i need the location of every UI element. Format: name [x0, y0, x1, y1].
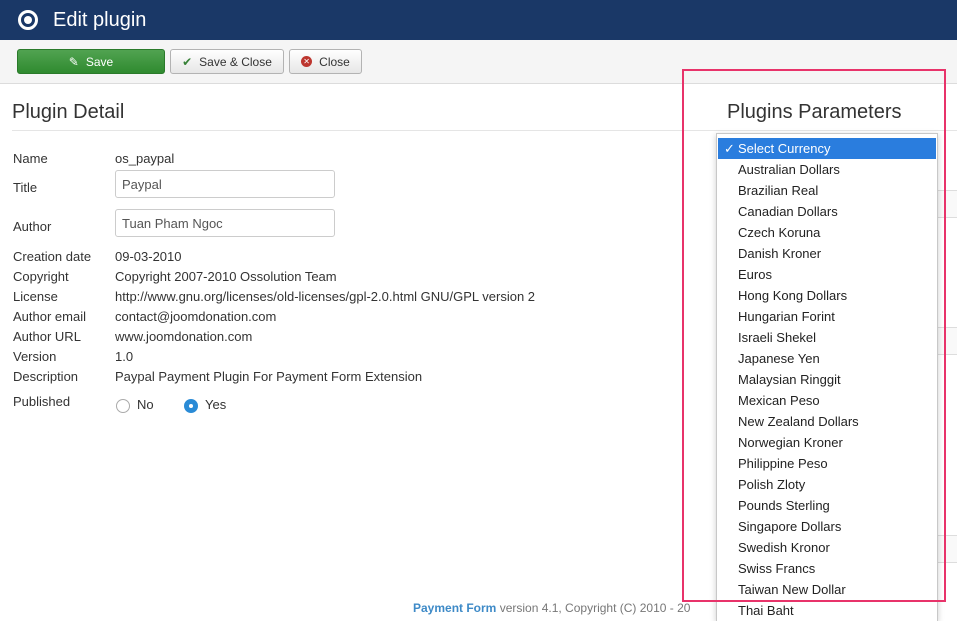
currency-option[interactable]: Taiwan New Dollar [717, 579, 937, 600]
currency-option[interactable]: Hong Kong Dollars [717, 285, 937, 306]
author-label: Author [13, 219, 52, 234]
close-icon: ✕ [301, 56, 313, 67]
divider [12, 130, 957, 131]
description-label: Description [13, 369, 79, 384]
currency-option[interactable]: Australian Dollars [717, 159, 937, 180]
currency-option[interactable]: Danish Kroner [717, 243, 937, 264]
currency-option[interactable]: Norwegian Kroner [717, 432, 937, 453]
joomla-circle-icon [18, 10, 38, 30]
license-label: License [13, 289, 58, 304]
background-field [937, 535, 957, 563]
footer-brand-link[interactable]: Payment Form [413, 601, 496, 615]
footer: Payment Form version 4.1, Copyright (C) … [413, 601, 715, 615]
creation-date-label: Creation date [13, 249, 92, 264]
title-input[interactable] [115, 170, 335, 198]
author-input[interactable] [115, 209, 335, 237]
footer-text: version 4.1, Copyright (C) 2010 - 20 [496, 601, 691, 615]
currency-option[interactable]: New Zealand Dollars [717, 411, 937, 432]
currency-option[interactable]: Israeli Shekel [717, 327, 937, 348]
save-label: Save [85, 54, 114, 69]
currency-option[interactable]: Czech Koruna [717, 222, 937, 243]
currency-option[interactable]: Polish Zloty [717, 474, 937, 495]
background-field [937, 327, 957, 355]
published-yes-label: Yes [205, 397, 227, 412]
published-label: Published [13, 394, 71, 409]
currency-option[interactable]: Japanese Yen [717, 348, 937, 369]
plugin-detail-heading: Plugin Detail [12, 101, 125, 123]
currency-option[interactable]: Hungarian Forint [717, 306, 937, 327]
currency-option[interactable]: Swiss Francs [717, 558, 937, 579]
currency-option[interactable]: Swedish Kronor [717, 537, 937, 558]
currency-dropdown-list[interactable]: ✓ Select Currency Australian Dollars Brazil… [716, 133, 938, 621]
published-no-label: No [137, 397, 154, 412]
currency-option[interactable]: Malaysian Ringgit [717, 369, 937, 390]
background-field [937, 190, 957, 218]
author-email-value: contact@joomdonation.com [115, 309, 277, 324]
save-button[interactable]: ✎ Save [17, 49, 165, 74]
published-yes-radio[interactable] [184, 399, 198, 413]
currency-option[interactable]: ✓ Select Currency [718, 138, 936, 159]
copyright-value: Copyright 2007-2010 Ossolution Team [115, 269, 337, 284]
close-button[interactable]: ✕ Close [289, 49, 362, 74]
license-value: http://www.gnu.org/licenses/old-licenses… [115, 289, 536, 304]
currency-option[interactable]: Pounds Sterling [717, 495, 937, 516]
page-title: Edit plugin [53, 8, 147, 31]
title-label: Title [13, 180, 38, 195]
currency-option[interactable]: Euros [717, 264, 937, 285]
plugins-parameters-heading: Plugins Parameters [727, 101, 902, 123]
toolbar: ✎ Save ✔ Save & Close ✕ Close [0, 40, 957, 84]
copyright-label: Copyright [13, 269, 69, 284]
creation-date-value: 09-03-2010 [115, 249, 182, 264]
author-url-label: Author URL [13, 329, 81, 344]
currency-option-label: Select Currency [738, 141, 831, 156]
close-label: Close [319, 54, 350, 69]
currency-option[interactable]: Thai Baht [717, 600, 937, 621]
description-value: Paypal Payment Plugin For Payment Form E… [115, 369, 423, 384]
name-label: Name [13, 151, 48, 166]
save-close-button[interactable]: ✔ Save & Close [170, 49, 284, 74]
name-value: os_paypal [115, 151, 175, 166]
published-no-radio[interactable] [116, 399, 130, 413]
currency-option[interactable]: Singapore Dollars [717, 516, 937, 537]
header-bar: Edit plugin [0, 0, 957, 40]
version-value: 1.0 [115, 349, 134, 364]
check-icon: ✔ [182, 54, 193, 69]
author-url-value: www.joomdonation.com [115, 329, 253, 344]
version-label: Version [13, 349, 57, 364]
currency-option[interactable]: Mexican Peso [717, 390, 937, 411]
save-close-label: Save & Close [199, 54, 272, 69]
checkmark-icon: ✓ [724, 141, 735, 156]
author-email-label: Author email [13, 309, 86, 324]
currency-option[interactable]: Canadian Dollars [717, 201, 937, 222]
currency-option[interactable]: Brazilian Real [717, 180, 937, 201]
edit-icon: ✎ [68, 54, 79, 69]
currency-option[interactable]: Philippine Peso [717, 453, 937, 474]
